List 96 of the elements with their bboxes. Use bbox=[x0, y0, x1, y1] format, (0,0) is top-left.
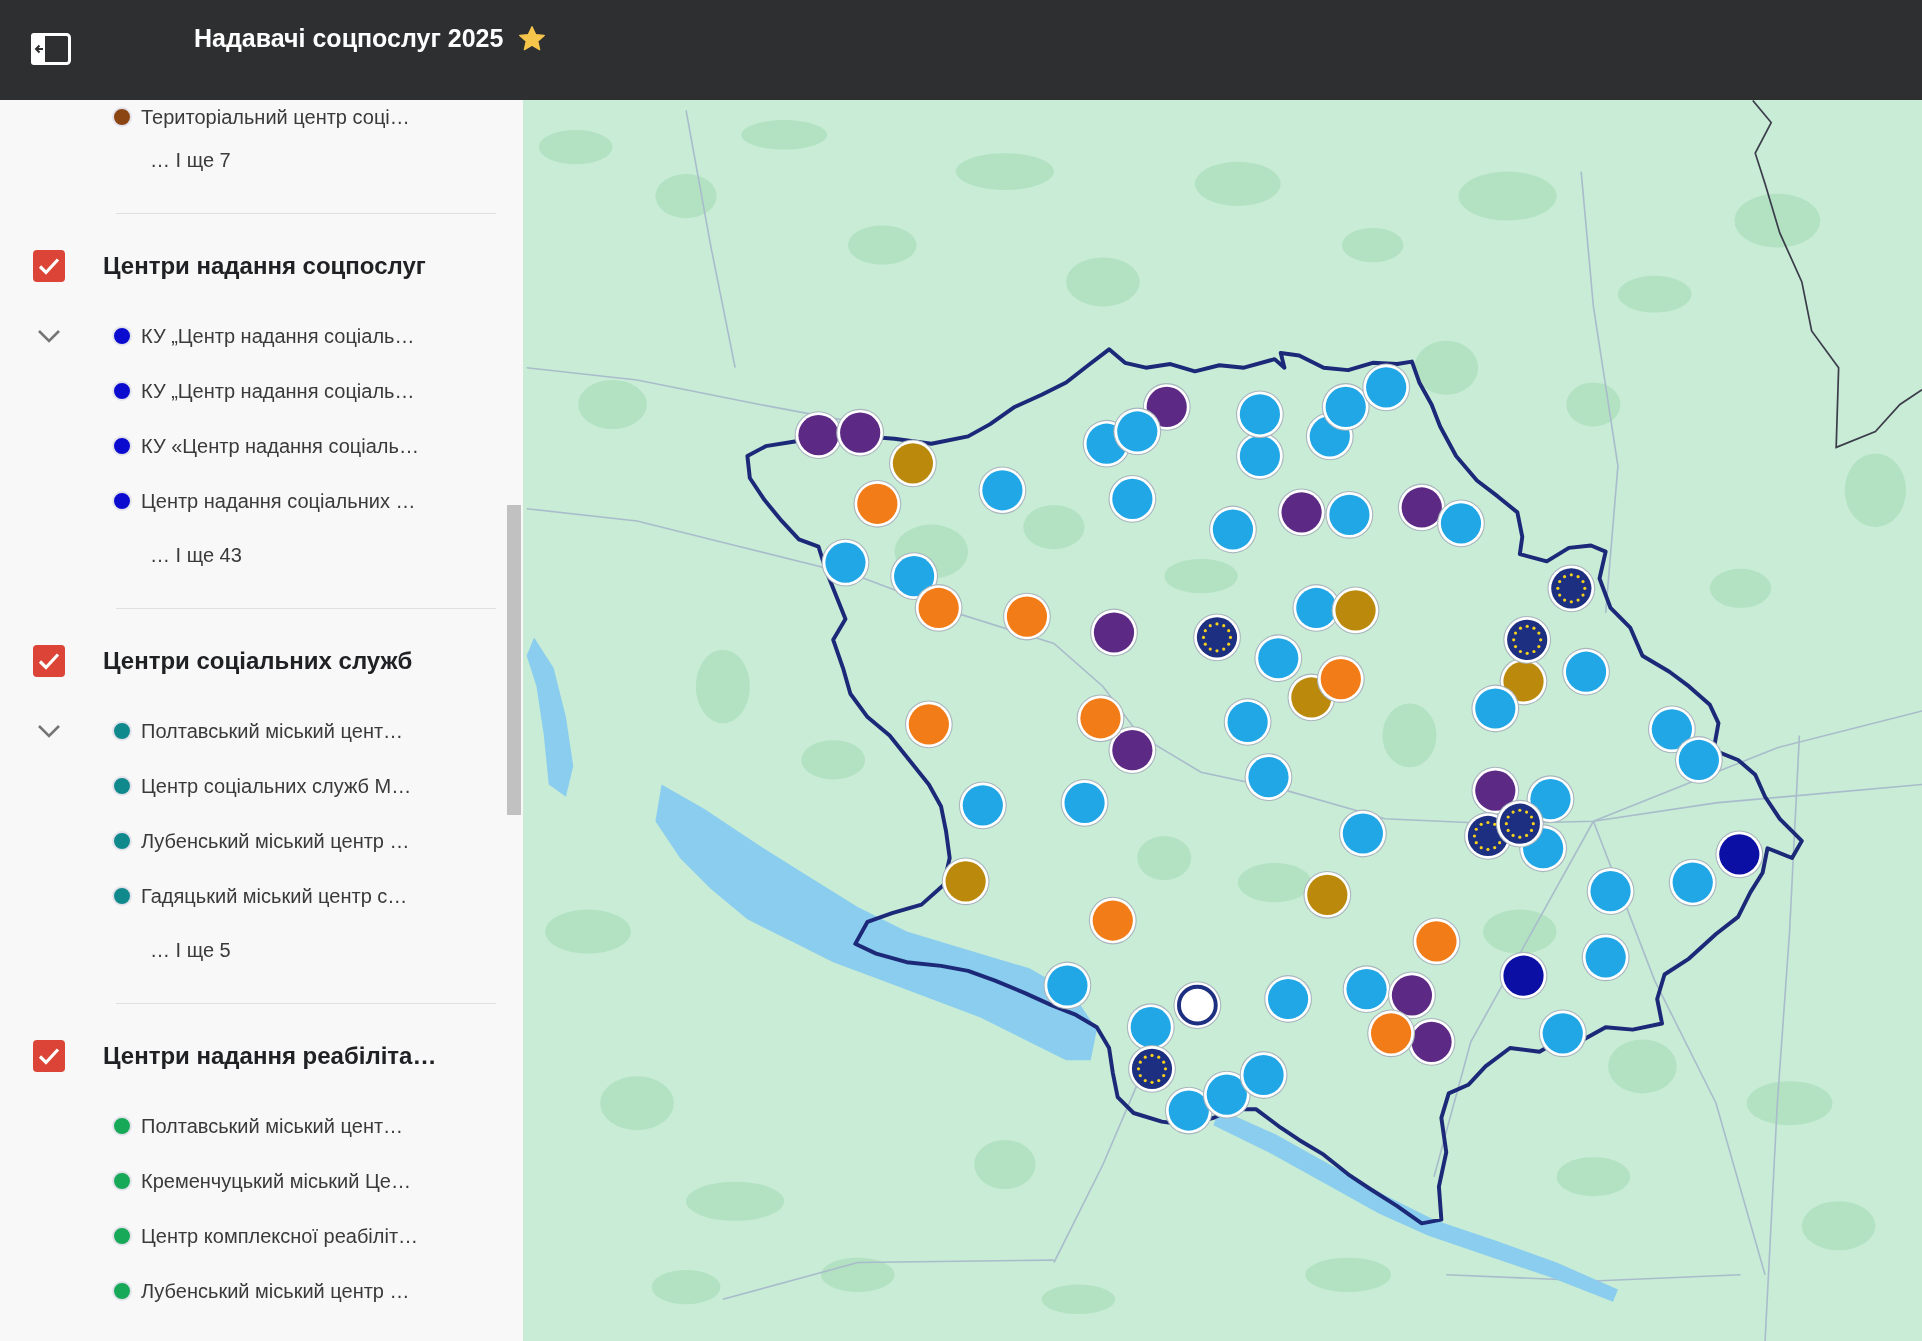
place-list-item[interactable]: Лубенський міський центр … bbox=[112, 1278, 410, 1303]
map-marker-icon[interactable] bbox=[1339, 809, 1387, 858]
place-list-item[interactable]: Лубенський міський центр … bbox=[112, 828, 410, 853]
map-marker-icon[interactable] bbox=[1316, 655, 1365, 703]
place-list-item[interactable]: КУ „Центр надання соціаль… bbox=[112, 378, 415, 403]
map-marker-icon[interactable] bbox=[1202, 1070, 1251, 1119]
layer-title: Центри соціальних служб bbox=[103, 646, 413, 676]
forest-patch bbox=[1023, 505, 1085, 550]
map-marker-icon[interactable] bbox=[1581, 933, 1630, 982]
check-icon bbox=[38, 1047, 60, 1065]
map-marker-icon[interactable] bbox=[1407, 1018, 1456, 1066]
sidebar-toggle-button[interactable] bbox=[31, 33, 71, 65]
map-marker-icon[interactable] bbox=[889, 439, 937, 488]
ring-marker-icon[interactable] bbox=[1173, 981, 1222, 1030]
show-more-link[interactable]: … І ще 7 bbox=[150, 133, 231, 188]
map-marker-icon[interactable] bbox=[1397, 483, 1446, 532]
map-marker-icon[interactable] bbox=[958, 781, 1007, 830]
map-marker-icon[interactable] bbox=[1388, 971, 1436, 1020]
map-marker-icon[interactable] bbox=[1562, 647, 1610, 696]
map-marker-icon[interactable] bbox=[1277, 488, 1326, 537]
star-ring-marker-icon[interactable] bbox=[1547, 564, 1596, 613]
show-more-link[interactable]: … І ще 5 bbox=[150, 923, 231, 978]
place-list-item[interactable]: Територіальний центр соці… bbox=[112, 104, 410, 129]
map-marker-icon[interactable] bbox=[1303, 870, 1352, 919]
layer-checkbox[interactable] bbox=[33, 250, 65, 282]
map-marker-icon[interactable] bbox=[1412, 917, 1461, 966]
map-marker-icon[interactable] bbox=[1060, 778, 1109, 827]
chevron-down-icon[interactable] bbox=[37, 328, 61, 343]
map-marker-icon[interactable] bbox=[1674, 736, 1723, 784]
place-list-item[interactable]: КУ «Центр надання соціаль… bbox=[112, 433, 419, 458]
map-marker-icon[interactable] bbox=[853, 479, 902, 528]
map-marker-icon[interactable] bbox=[821, 538, 870, 587]
map-marker-icon[interactable] bbox=[1254, 634, 1303, 683]
map-marker-icon[interactable] bbox=[1003, 592, 1051, 641]
map-marker-icon[interactable] bbox=[1090, 608, 1138, 657]
forest-patch bbox=[1566, 382, 1621, 427]
map-marker-icon[interactable] bbox=[1108, 474, 1157, 523]
place-list-item[interactable]: Полтавський міський цент… bbox=[112, 718, 404, 743]
place-list-item[interactable]: Центр соціальних служб М… bbox=[112, 773, 412, 798]
map-marker-icon[interactable] bbox=[904, 700, 953, 749]
map-marker-icon[interactable] bbox=[1264, 975, 1312, 1023]
check-icon bbox=[38, 652, 60, 670]
star-ring-marker-icon[interactable] bbox=[1128, 1044, 1176, 1093]
place-list-item[interactable]: Гадяцький міський центр с… bbox=[112, 883, 408, 908]
map-marker-icon[interactable] bbox=[1223, 698, 1272, 746]
check-icon bbox=[38, 257, 60, 275]
layer-title: Центри надання реабіліта… bbox=[103, 1041, 437, 1071]
star-ring-marker-icon[interactable] bbox=[1503, 615, 1552, 664]
map-marker-icon[interactable] bbox=[1209, 505, 1257, 554]
map-marker-icon[interactable] bbox=[794, 411, 843, 460]
map-marker-icon[interactable] bbox=[1538, 1009, 1587, 1058]
map-marker-icon[interactable] bbox=[1321, 383, 1370, 431]
star-icon[interactable] bbox=[519, 25, 546, 51]
map-marker-icon[interactable] bbox=[836, 408, 885, 457]
place-list-item[interactable]: Полтавський міський цент… bbox=[112, 1113, 404, 1138]
map-marker-icon[interactable] bbox=[1437, 499, 1485, 548]
map-marker-icon[interactable] bbox=[941, 857, 990, 906]
layer-checkbox[interactable] bbox=[33, 1040, 65, 1072]
collapse-panel-icon bbox=[31, 33, 71, 65]
map-marker-icon[interactable] bbox=[1043, 961, 1092, 1010]
forest-patch bbox=[578, 379, 647, 429]
layer-checkbox[interactable] bbox=[33, 645, 65, 677]
map-marker-icon[interactable] bbox=[1715, 830, 1764, 879]
map-marker-icon[interactable] bbox=[1088, 896, 1137, 945]
scrollbar-thumb[interactable] bbox=[507, 505, 521, 815]
place-list-item[interactable]: Кременчуцький міський Це… bbox=[112, 1168, 411, 1193]
map-marker-icon[interactable] bbox=[914, 584, 963, 632]
star-ring-marker-icon[interactable] bbox=[1193, 613, 1241, 662]
forest-patch bbox=[655, 174, 717, 219]
map-marker-icon[interactable] bbox=[1113, 407, 1162, 456]
map-marker-icon[interactable] bbox=[1342, 965, 1391, 1014]
map-marker-icon[interactable] bbox=[1471, 684, 1520, 733]
forest-patch bbox=[1414, 340, 1479, 395]
map-marker-icon[interactable] bbox=[1668, 858, 1717, 907]
map-title: Надавачі соцпослуг 2025 bbox=[194, 23, 504, 54]
map-marker-icon[interactable] bbox=[1236, 390, 1284, 439]
map-marker-icon[interactable] bbox=[1236, 432, 1284, 480]
map-marker-icon[interactable] bbox=[1164, 1086, 1213, 1135]
map-marker-icon[interactable] bbox=[1325, 490, 1374, 539]
map-marker-icon[interactable] bbox=[1586, 867, 1635, 916]
map-marker-icon[interactable] bbox=[1244, 753, 1293, 802]
layer-title: Центри надання соцпослуг bbox=[103, 251, 426, 281]
chevron-down-icon[interactable] bbox=[37, 723, 61, 738]
place-list-item[interactable]: КУ „Центр надання соціаль… bbox=[112, 323, 415, 348]
map-marker-icon[interactable] bbox=[1239, 1051, 1288, 1099]
star-ring-marker-icon[interactable] bbox=[1495, 799, 1544, 848]
show-more-link[interactable]: … І ще 43 bbox=[150, 528, 242, 583]
map-marker-icon[interactable] bbox=[1499, 951, 1548, 1000]
map-marker-icon[interactable] bbox=[1331, 586, 1380, 635]
map-marker-icon[interactable] bbox=[1108, 726, 1157, 775]
map-marker-icon[interactable] bbox=[1367, 1009, 1415, 1058]
map-marker-icon[interactable] bbox=[1362, 363, 1411, 412]
map-marker-icon[interactable] bbox=[978, 466, 1027, 515]
map-marker-icon[interactable] bbox=[1076, 694, 1125, 743]
place-list-item[interactable]: Центр надання соціальних … bbox=[112, 488, 416, 513]
place-list-item[interactable]: Центр комплексної реабіліт… bbox=[112, 1223, 419, 1248]
